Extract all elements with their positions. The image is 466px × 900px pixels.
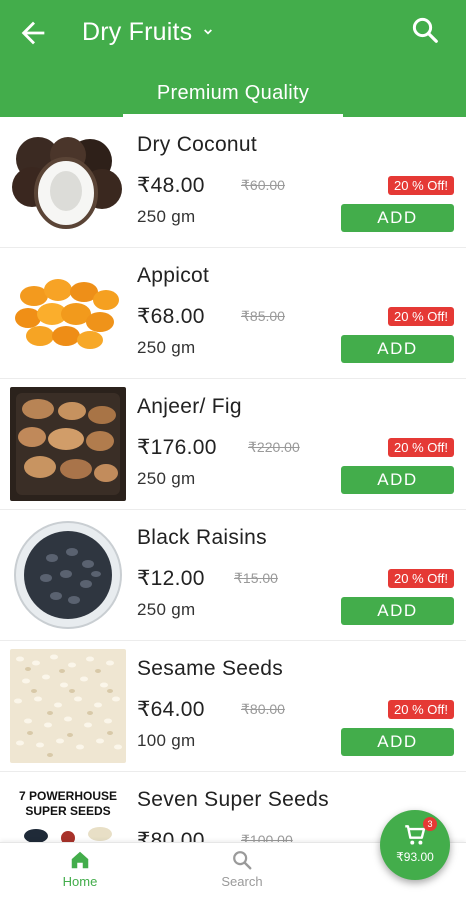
product-row[interactable]: Appicot ₹68.00 ₹85.00 250 gm 20 % Off! A… [0,248,466,379]
cart-count-badge: 3 [423,817,437,831]
product-row[interactable]: Sesame Seeds ₹64.00 ₹80.00 100 gm 20 % O… [0,641,466,772]
product-name: Black Raisins [137,526,267,549]
home-icon [71,851,89,869]
product-price: ₹12.00 [137,567,205,590]
add-button[interactable]: ADD [341,466,454,494]
add-button[interactable]: ADD [341,728,454,756]
nav-home[interactable]: Home [35,849,125,889]
discount-badge: 20 % Off! [388,438,454,457]
cart-button[interactable]: 3 ₹93.00 [380,810,450,880]
product-price: ₹48.00 [137,174,205,197]
product-weight: 250 gm [137,600,196,619]
product-image [10,387,126,501]
app-bar: Dry Fruits Premium Quality [0,0,466,117]
product-name: Sesame Seeds [137,657,284,680]
product-image [10,649,126,763]
product-image [10,125,126,239]
add-button[interactable]: ADD [341,335,454,363]
search-icon [233,851,252,870]
back-button[interactable] [16,16,50,50]
product-list[interactable]: Dry Coconut ₹48.00 ₹60.00 250 gm 20 % Of… [0,117,466,900]
add-button[interactable]: ADD [341,204,454,232]
product-mrp: ₹60.00 [241,177,285,193]
tab-premium-quality[interactable]: Premium Quality [123,70,343,117]
nav-search[interactable]: Search [197,849,287,889]
discount-badge: 20 % Off! [388,569,454,588]
product-mrp: ₹85.00 [241,308,285,324]
product-weight: 250 gm [137,207,196,226]
product-mrp: ₹80.00 [241,701,285,717]
product-image [10,256,126,370]
tab-label: Premium Quality [156,82,310,104]
product-image [10,518,126,632]
product-name: Anjeer/ Fig [137,395,242,418]
product-row[interactable]: Black Raisins ₹12.00 ₹15.00 250 gm 20 % … [0,510,466,641]
discount-badge: 20 % Off! [388,700,454,719]
product-weight: 250 gm [137,338,196,357]
search-button[interactable] [410,15,444,49]
product-weight: 100 gm [137,731,196,750]
svg-text:7 POWERHOUSE: 7 POWERHOUSE [19,789,117,803]
product-mrp: ₹220.00 [248,439,300,455]
discount-badge: 20 % Off! [388,307,454,326]
cart-total: ₹93.00 [396,850,434,864]
category-selector[interactable]: Dry Fruits [82,14,216,50]
arrow-left-icon [21,21,45,45]
nav-home-label: Home [62,874,98,889]
product-row[interactable]: Dry Coconut ₹48.00 ₹60.00 250 gm 20 % Of… [0,117,466,248]
discount-badge: 20 % Off! [388,176,454,195]
page-title: Dry Fruits [82,17,193,46]
product-price: ₹64.00 [137,698,205,721]
product-price: ₹68.00 [137,305,205,328]
product-name: Dry Coconut [137,133,258,156]
product-row[interactable]: Anjeer/ Fig ₹176.00 ₹220.00 250 gm 20 % … [0,379,466,510]
search-icon [412,17,438,43]
product-weight: 250 gm [137,469,196,488]
product-mrp: ₹15.00 [234,570,278,586]
product-name: Seven Super Seeds [137,788,329,811]
chevron-down-icon [204,29,213,35]
svg-text:SUPER SEEDS: SUPER SEEDS [25,804,110,818]
nav-search-label: Search [221,874,263,889]
add-button[interactable]: ADD [341,597,454,625]
product-price: ₹176.00 [137,436,217,459]
product-name: Appicot [137,264,210,287]
